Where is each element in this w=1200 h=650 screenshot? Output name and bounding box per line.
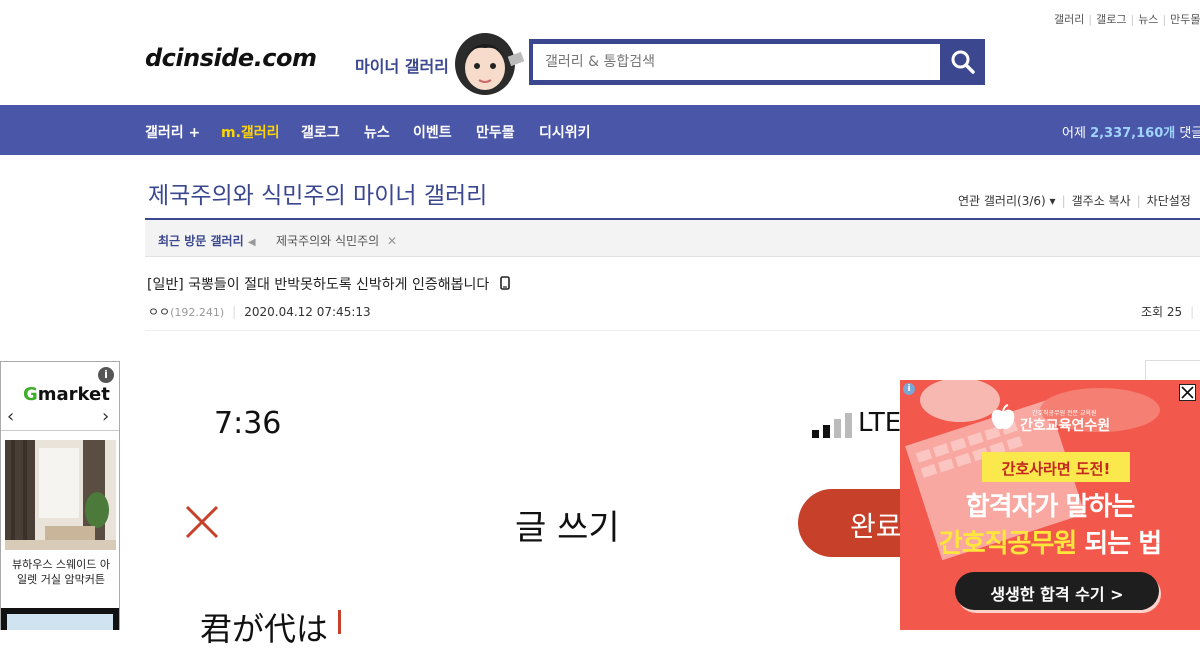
phone-time: 7:36 [214, 406, 282, 441]
search-input[interactable] [533, 44, 940, 80]
post-title: [일반] 국뽕들이 절대 반박못하도록 신박하게 인증해봅니다 [147, 274, 510, 294]
post-views-text: 조회 25 [1141, 305, 1183, 319]
close-x-icon [185, 505, 219, 539]
search-box [529, 39, 985, 85]
ad-close-button[interactable] [1179, 384, 1196, 401]
post-date: 2020.04.12 07:45:13 [244, 305, 371, 319]
product-image [5, 440, 116, 550]
recent-item: 제국주의와 식민주의 ✕ [276, 232, 397, 249]
site-logo[interactable]: dcinside.com [145, 44, 317, 72]
nav-mall[interactable]: 만두몰 [476, 122, 515, 142]
top-link-mall[interactable]: 만두몰 [1170, 13, 1200, 26]
stats-suffix: 댓글 [1179, 126, 1200, 141]
gmarket-logo-mark: G [23, 384, 38, 405]
daily-stats: 어제 2,337,160개 댓글 [1062, 122, 1200, 141]
nav-gallog[interactable]: 갤로그 [301, 122, 340, 142]
next-product-thumb [7, 614, 113, 630]
ad-headline-1: 합격자가 말하는 [965, 492, 1136, 522]
block-settings-link[interactable]: 차단설정 [1147, 194, 1191, 208]
mobile-icon [499, 276, 510, 290]
caret-down-icon: ▾ [1049, 194, 1056, 208]
next-product-strip [1, 608, 119, 630]
gmarket-logo-text: market [37, 384, 110, 405]
ad-headline-2: 간호직공무원 되는 법 [900, 523, 1200, 560]
ad-cta-button[interactable]: 생생한 합격 수기 > [955, 572, 1159, 610]
separator: | [1130, 13, 1135, 26]
separator: | [1190, 305, 1195, 319]
ad-divider [1, 430, 119, 431]
nav-gallery[interactable]: 갤러리 + [145, 122, 200, 142]
top-link-gallog[interactable]: 갤로그 [1096, 13, 1126, 26]
nav-event[interactable]: 이벤트 [413, 122, 452, 142]
nav-m-gallery[interactable]: m.갤러리 [221, 122, 280, 142]
separator: | [1088, 13, 1093, 26]
side-panel-edge [1145, 360, 1200, 380]
ad-cta-label: 생생한 합격 수기 > [990, 585, 1124, 604]
separator: | [1162, 13, 1167, 26]
top-links: 갤러리 | 갤로그 | 뉴스 | 만두몰 [1054, 11, 1200, 27]
post-views: 조회 25 | [1141, 303, 1194, 320]
chevron-right-icon[interactable]: › [102, 406, 109, 427]
ad-info-icon[interactable]: i [903, 383, 915, 395]
gmarket-ad[interactable]: Gmarket i ‹ › 뷰하우스 스웨이드 아일렛 거실 암막커튼 [0, 361, 120, 630]
stats-value: 2,337,160개 [1090, 126, 1176, 141]
ad-badge-text: 간호사라면 도전! [1001, 460, 1111, 478]
recent-visited-label[interactable]: 최근 방문 갤러리 ◀ [158, 232, 256, 249]
ad-brand: 간호교육연수원 [1020, 418, 1111, 434]
post-divider [145, 330, 1200, 331]
minor-gallery-label[interactable]: 마이너 갤러리 [355, 53, 449, 77]
nursing-ad[interactable]: i 간호직공무원 전문 교육원 간호교육연수원 간호사라면 도전! 합격자가 말… [900, 380, 1200, 630]
close-icon [1181, 386, 1194, 399]
search-button[interactable] [940, 39, 985, 85]
stats-prefix: 어제 [1062, 126, 1091, 141]
apple-logo-icon [991, 404, 1015, 430]
post-title-text: [일반] 국뽕들이 절대 반박못하도록 신박하게 인증해봅니다 [147, 277, 490, 293]
gallery-links: 연관 갤러리(3/6) ▾ | 갤주소 복사 | 차단설정 [958, 192, 1191, 209]
separator: | [1136, 194, 1141, 208]
recent-visited-text: 최근 방문 갤러리 [158, 234, 244, 248]
gmarket-logo: Gmarket [23, 384, 110, 405]
product-caption[interactable]: 뷰하우스 스웨이드 아일렛 거실 암막커튼 [7, 557, 115, 587]
top-link-news[interactable]: 뉴스 [1138, 13, 1158, 26]
copy-address-link[interactable]: 갤주소 복사 [1072, 194, 1131, 208]
top-link-gallery[interactable]: 갤러리 [1054, 13, 1084, 26]
recent-item-link[interactable]: 제국주의와 식민주의 [276, 234, 379, 248]
search-icon [951, 50, 975, 74]
mascot-avatar [455, 33, 525, 95]
phone-compose-title: 글 쓰기 [515, 508, 620, 548]
text-cursor [338, 610, 341, 634]
separator: | [1061, 194, 1066, 208]
caret-left-icon: ◀ [247, 237, 256, 248]
chevron-left-icon[interactable]: ‹ [7, 406, 14, 427]
phone-network: LTE [858, 408, 902, 438]
phone-body-text: 君が代は [200, 610, 329, 648]
gallery-title[interactable]: 제국주의와 식민주의 마이너 갤러리 [148, 176, 487, 210]
nav-news[interactable]: 뉴스 [364, 122, 390, 142]
nav-wiki[interactable]: 디시위키 [539, 122, 591, 142]
phone-done-label: 완료 [850, 510, 902, 543]
related-gallery-label: 연관 갤러리(3/6) [958, 194, 1046, 208]
ad-badge: 간호사라면 도전! [982, 452, 1130, 482]
separator: | [232, 305, 237, 319]
post-author-ip: (192.241) [170, 306, 225, 319]
ad-info-icon[interactable]: i [98, 367, 114, 383]
signal-icon [812, 413, 852, 438]
recent-visited-bar: 최근 방문 갤러리 ◀ 제국주의와 식민주의 ✕ [145, 220, 1200, 257]
post-meta: ㅇㅇ(192.241) | 2020.04.12 07:45:13 [148, 303, 371, 320]
close-icon[interactable]: ✕ [387, 234, 397, 248]
post-author[interactable]: ㅇㅇ [148, 305, 170, 319]
ad-headline-highlight: 간호직공무원 [938, 529, 1078, 559]
ad-headline-rest: 되는 법 [1076, 529, 1162, 559]
related-gallery-link[interactable]: 연관 갤러리(3/6) ▾ [958, 194, 1056, 208]
main-nav: 갤러리 + m.갤러리 갤로그 뉴스 이벤트 만두몰 디시위키 어제 2,337… [0, 105, 1200, 155]
